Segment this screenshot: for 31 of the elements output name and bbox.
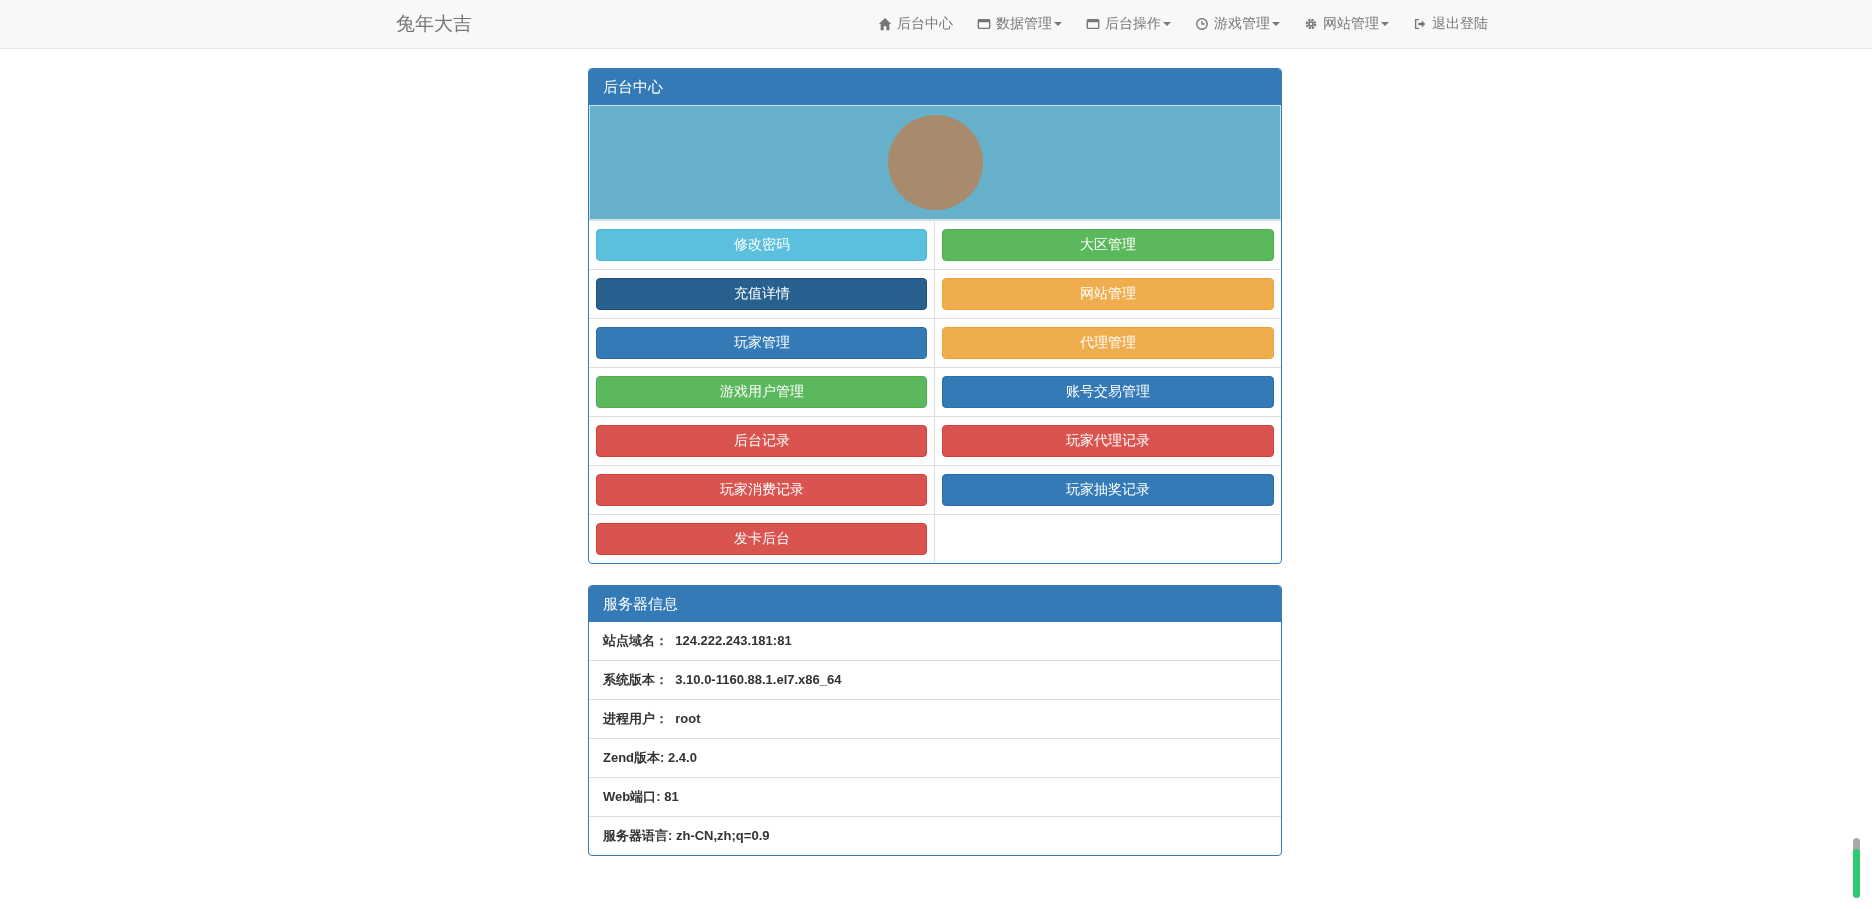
menu-button[interactable]: 账号交易管理: [942, 376, 1274, 408]
menu-button[interactable]: 玩家消费记录: [596, 474, 927, 506]
menu-button[interactable]: 玩家抽奖记录: [942, 474, 1274, 506]
nav-menu-item[interactable]: 网站管理: [1292, 0, 1401, 48]
gear-icon: [1304, 17, 1318, 31]
info-row: Zend版本: 2.4.0: [589, 738, 1281, 777]
home-icon: [878, 17, 892, 31]
window-icon: [977, 17, 991, 31]
info-row: 服务器语言: zh-CN,zh;q=0.9: [589, 816, 1281, 855]
menu-button[interactable]: 充值详情: [596, 278, 927, 310]
nav-menu-item[interactable]: 数据管理: [965, 0, 1074, 48]
info-row: Web端口: 81: [589, 777, 1281, 816]
nav-menu-item[interactable]: 后台中心: [866, 0, 965, 48]
window-icon: [1086, 17, 1100, 31]
menu-button[interactable]: 玩家代理记录: [942, 425, 1274, 457]
info-row: 进程用户： root: [589, 699, 1281, 738]
info-row: 系统版本： 3.10.0-1160.88.1.el7.x86_64: [589, 660, 1281, 699]
menu-button[interactable]: 后台记录: [596, 425, 927, 457]
nav-menu-item[interactable]: 游戏管理: [1183, 0, 1292, 48]
menu-button[interactable]: 大区管理: [942, 229, 1274, 261]
brand-link[interactable]: 兔年大吉: [396, 11, 472, 37]
menu-button[interactable]: 玩家管理: [596, 327, 927, 359]
nav-menu-item[interactable]: 后台操作: [1074, 0, 1183, 48]
logout-icon: [1413, 17, 1427, 31]
panel-title: 后台中心: [589, 69, 1281, 105]
info-row-text: 站点域名： 124.222.243.181:81: [602, 632, 793, 650]
menu-button[interactable]: 游戏用户管理: [596, 376, 927, 408]
menu-button[interactable]: 发卡后台: [596, 523, 927, 555]
clock-icon: [1195, 17, 1209, 31]
nav-menu-item[interactable]: 退出登陆: [1401, 0, 1500, 48]
panel-title: 服务器信息: [589, 586, 1281, 622]
